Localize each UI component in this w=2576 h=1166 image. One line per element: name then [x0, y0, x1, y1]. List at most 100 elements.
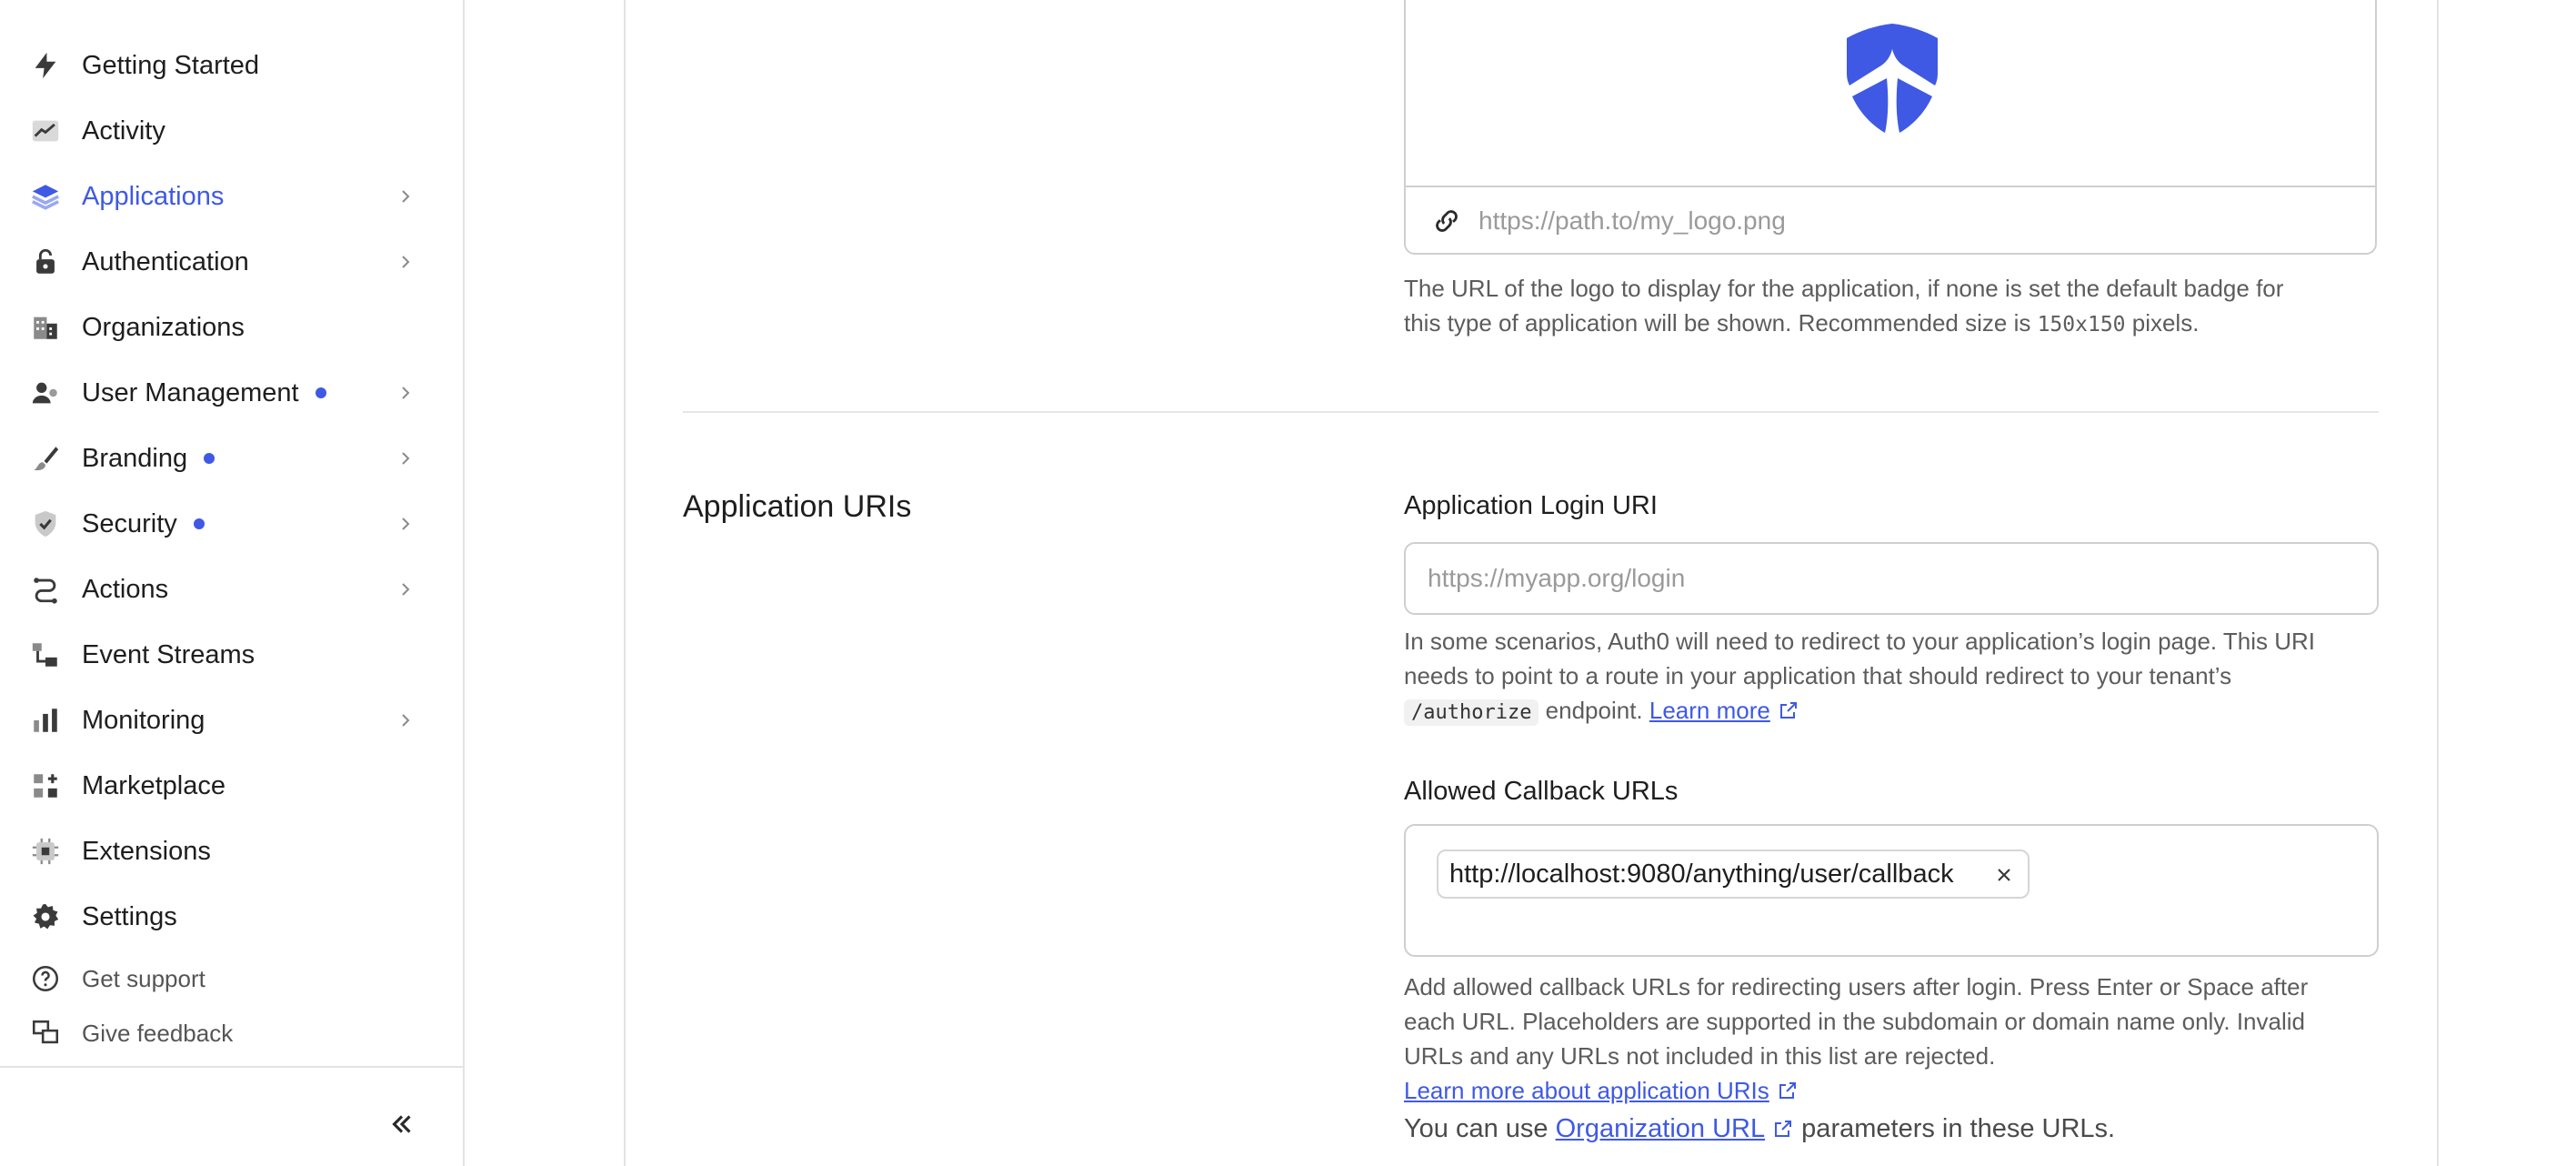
chevron-right-icon [395, 709, 416, 731]
sidebar-item-activity[interactable]: Activity [0, 102, 463, 160]
organization-url-note: You can use Organization URL parameters … [1404, 1111, 2395, 1146]
login-uri-input[interactable] [1404, 542, 2379, 615]
content-right-border [2437, 0, 2439, 1166]
new-badge-dot [193, 518, 205, 529]
sidebar-item-security[interactable]: Security [0, 495, 463, 553]
external-link-icon [1778, 696, 1799, 719]
bar-chart-icon [29, 704, 62, 737]
gear-icon [29, 900, 62, 933]
sidebar-item-label: Branding [82, 444, 216, 474]
sidebar-item-label: Getting Started [82, 50, 260, 80]
remove-tag-close-icon[interactable] [1993, 863, 2015, 885]
link-text: Organization URL [1555, 1114, 1766, 1143]
callback-urls-help-text: Add allowed callback URLs for redirectin… [1404, 970, 2395, 1108]
brush-icon [29, 442, 62, 475]
sidebar-item-label-text: Security [82, 508, 177, 538]
sidebar-item-label: Settings [82, 901, 177, 931]
sidebar-item-organizations[interactable]: Organizations [0, 298, 463, 357]
help-line: /authorize endpoint. Learn more [1404, 693, 2395, 730]
external-link-icon [1772, 1114, 1794, 1137]
learn-more-link[interactable]: Learn more [1649, 697, 1770, 724]
sidebar-item-give-feedback[interactable]: Give feedback [0, 1004, 463, 1062]
sidebar-item-extensions[interactable]: Extensions [0, 822, 463, 880]
sidebar-item-label: Marketplace [82, 770, 226, 800]
building-icon [29, 311, 62, 344]
sidebar-item-getting-started[interactable]: Getting Started [0, 36, 463, 95]
sidebar-item-event-streams[interactable]: Event Streams [0, 626, 463, 684]
help-text-segment: You can use [1404, 1114, 1556, 1143]
flow-icon [29, 573, 62, 606]
shield-check-icon [29, 508, 62, 540]
sidebar-item-marketplace[interactable]: Marketplace [0, 757, 463, 815]
help-circle-icon [29, 962, 62, 995]
sidebar-item-label: Authentication [82, 246, 249, 276]
chevron-right-icon [395, 186, 416, 207]
sidebar-item-applications[interactable]: Applications [0, 167, 463, 226]
authorize-code: /authorize [1404, 699, 1539, 726]
new-badge-dot [315, 387, 326, 398]
marketplace-icon [29, 769, 62, 802]
users-icon [29, 377, 62, 409]
sidebar: Getting Started Activity Applications Au… [0, 0, 465, 1166]
lightning-icon [29, 49, 62, 82]
sidebar-item-label: Give feedback [82, 1019, 234, 1047]
chevron-right-icon [395, 513, 416, 535]
chevron-right-icon [395, 382, 416, 404]
help-line: In some scenarios, Auth0 will need to re… [1404, 628, 2316, 655]
help-text-segment: endpoint. [1539, 697, 1649, 724]
sidebar-item-actions[interactable]: Actions [0, 560, 463, 618]
link-icon [1436, 210, 1458, 232]
section-divider [683, 411, 2379, 413]
sidebar-item-label: Event Streams [82, 639, 256, 669]
callback-url-tag-text: http://localhost:9080/anything/user/call… [1449, 859, 1954, 889]
learn-more-link-text: Learn more [1649, 697, 1770, 724]
sidebar-item-label: Extensions [82, 836, 211, 866]
content-left-border [624, 0, 626, 1166]
callback-urls-label: Allowed Callback URLs [1404, 777, 1679, 806]
lock-icon [29, 246, 62, 278]
sidebar-divider [0, 1066, 463, 1068]
feedback-icon [29, 1017, 62, 1050]
sidebar-item-label: Activity [82, 116, 165, 146]
help-text-segment: parameters in these URLs. [1794, 1114, 2116, 1143]
organization-url-link[interactable]: Organization URL [1556, 1114, 1766, 1143]
section-title: Application URIs [683, 489, 912, 524]
double-chevron-left-icon [392, 1115, 411, 1133]
event-streams-icon [29, 638, 62, 671]
external-link-icon [1777, 1076, 1799, 1099]
help-line: this type of application will be shown. … [1404, 306, 2386, 342]
login-uri-help-text: In some scenarios, Auth0 will need to re… [1404, 624, 2395, 730]
sidebar-item-user-management[interactable]: User Management [0, 364, 463, 422]
learn-more-application-uris-link[interactable]: Learn more about application URIs [1404, 1077, 1769, 1104]
help-text-segment: this type of application will be shown. … [1404, 309, 2038, 337]
recommended-size: 150x150 [2037, 313, 2126, 337]
sidebar-item-monitoring[interactable]: Monitoring [0, 691, 463, 749]
sidebar-item-get-support[interactable]: Get support [0, 950, 463, 1008]
logo-help-text: The URL of the logo to display for the a… [1404, 271, 2386, 342]
logo-url-input[interactable] [1477, 202, 2357, 240]
chevron-right-icon [395, 447, 416, 469]
sidebar-item-label: Actions [82, 574, 169, 604]
sidebar-item-branding[interactable]: Branding [0, 429, 463, 488]
help-line: each URL. Placeholders are supported in … [1404, 1008, 2305, 1035]
sidebar-item-label: Security [82, 509, 205, 539]
callback-urls-input[interactable]: http://localhost:9080/anything/user/call… [1404, 824, 2379, 957]
logo-url-row [1406, 187, 2375, 255]
sidebar-item-label: Monitoring [82, 705, 205, 735]
chip-icon [29, 835, 62, 868]
help-line: Add allowed callback URLs for redirectin… [1404, 973, 2309, 1000]
chevron-right-icon [395, 578, 416, 600]
sidebar-item-label-text: User Management [82, 377, 299, 407]
new-badge-dot [204, 453, 216, 464]
sidebar-item-label: Get support [82, 964, 205, 992]
collapse-sidebar-button[interactable] [384, 1106, 420, 1142]
sidebar-item-settings[interactable]: Settings [0, 888, 463, 946]
callback-url-tag: http://localhost:9080/anything/user/call… [1437, 849, 2030, 899]
help-line: The URL of the logo to display for the a… [1404, 275, 2284, 302]
activity-chart-icon [29, 115, 62, 147]
layers-icon [29, 180, 62, 213]
help-line: Learn more about application URIs [1404, 1073, 2395, 1108]
sidebar-item-authentication[interactable]: Authentication [0, 233, 463, 291]
link-text: Learn more about application URIs [1404, 1077, 1769, 1104]
help-line: URLs and any URLs not included in this l… [1404, 1042, 1996, 1070]
